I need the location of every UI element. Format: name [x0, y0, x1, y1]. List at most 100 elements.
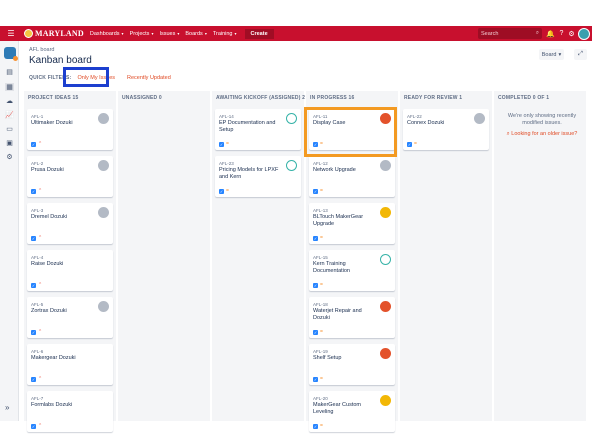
nav-projects[interactable]: Projects ▾ — [130, 31, 154, 37]
issue-key[interactable]: AFL-5 — [31, 302, 43, 307]
issue-card[interactable]: AFL-13 BLTouch MakerGear Upgrade ✓ = — [309, 203, 395, 244]
priority-medium-icon: = — [226, 141, 229, 147]
task-type-icon: ✓ — [31, 377, 36, 382]
issue-key[interactable]: AFL-6 — [31, 349, 43, 354]
priority-medium-icon: = — [320, 188, 323, 194]
backlog-icon[interactable]: ▤ — [5, 68, 14, 76]
brand-logo[interactable]: MARYLAND — [24, 29, 84, 38]
project-avatar[interactable] — [4, 47, 18, 61]
board-column: UNASSIGNED 0 — [118, 91, 210, 421]
column-header: AWAITING KICKOFF (ASSIGNED) 2 — [216, 95, 306, 101]
priority-medium-icon: = — [226, 188, 229, 194]
issue-card[interactable]: AFL-2 Prusa Dozuki ✓ ⌃ — [27, 156, 113, 197]
top-navigation: ☰ MARYLAND Dashboards ▾ Projects ▾ Issues ▾… — [0, 26, 592, 41]
notifications-icon[interactable]: 🔔 — [545, 28, 556, 39]
fullscreen-icon[interactable]: ⤢ — [574, 49, 587, 60]
priority-medium-icon: = — [320, 282, 323, 288]
issues-icon[interactable]: ▭ — [5, 125, 14, 133]
issue-key[interactable]: AFL-14 — [219, 114, 234, 119]
issue-card[interactable]: AFL-18 Waterjet Repair and Dozuki ✓ = — [309, 297, 395, 338]
assignee-avatar[interactable] — [380, 160, 391, 171]
priority-medium-icon: = — [320, 376, 323, 382]
column-header: IN PROGRESS 16 — [310, 95, 355, 101]
issue-key[interactable]: AFL-23 — [219, 161, 234, 166]
filter-recently-updated[interactable]: Recently Updated — [127, 75, 171, 81]
issue-card[interactable]: AFL-7 Formlabs Dozuki ✓ ⌃ — [27, 391, 113, 432]
issue-key[interactable]: AFL-22 — [407, 114, 422, 119]
issue-key[interactable]: AFL-13 — [313, 208, 328, 213]
issue-key[interactable]: AFL-15 — [313, 255, 328, 260]
issue-key[interactable]: AFL-1 — [31, 114, 43, 119]
issue-key[interactable]: AFL-7 — [31, 396, 43, 401]
chevron-down-icon: ▾ — [558, 51, 562, 58]
issue-key[interactable]: AFL-12 — [313, 161, 328, 166]
issue-key[interactable]: AFL-4 — [31, 255, 43, 260]
task-type-icon: ✓ — [313, 377, 318, 382]
board-menu-button[interactable]: Board ▾ — [539, 49, 564, 60]
expand-sidebar-icon[interactable]: » — [5, 403, 9, 412]
project-settings-icon[interactable]: ⚙ — [5, 153, 14, 161]
issue-card[interactable]: AFL-20 MakerGear Custom Leveling ✓ = — [309, 391, 395, 432]
task-type-icon: ✓ — [313, 236, 318, 241]
issue-card[interactable]: AFL-1 Ultimaker Dozuki ✓ ⌃ — [27, 109, 113, 150]
reports-icon[interactable]: 📈 — [5, 111, 14, 119]
issue-key[interactable]: AFL-3 — [31, 208, 43, 213]
issue-summary: Connex Dozuki — [407, 120, 445, 126]
assignee-avatar[interactable] — [286, 113, 297, 124]
nav-dashboards[interactable]: Dashboards ▾ — [90, 31, 124, 37]
issue-card[interactable]: AFL-23 Pricing Models for LPXF and Kern ✓ = — [215, 156, 301, 197]
components-icon[interactable]: ▣ — [5, 139, 14, 147]
assignee-avatar[interactable] — [98, 113, 109, 124]
assignee-avatar[interactable] — [286, 160, 297, 171]
issue-key[interactable]: AFL-20 — [313, 396, 328, 401]
nav-boards[interactable]: Boards ▾ — [185, 31, 206, 37]
search-input[interactable]: Search ⌕ — [478, 28, 542, 39]
create-button[interactable]: Create — [244, 28, 274, 39]
issue-card[interactable]: AFL-22 Connex Dozuki ✓ = — [403, 109, 489, 150]
older-issues-link[interactable]: ⌕ Looking for an older issue? — [502, 131, 582, 138]
issue-summary: Dremel Dozuki — [31, 214, 68, 220]
assignee-avatar[interactable] — [98, 160, 109, 171]
issue-key[interactable]: AFL-18 — [313, 302, 328, 307]
priority-high-icon: ⌃ — [38, 235, 43, 241]
issue-summary: Formlabs Dozuki — [31, 402, 73, 408]
breadcrumb[interactable]: AFL board — [29, 47, 54, 53]
assignee-avatar[interactable] — [380, 207, 391, 218]
assignee-avatar[interactable] — [98, 301, 109, 312]
priority-high-icon: ⌃ — [38, 188, 43, 194]
user-avatar[interactable] — [578, 27, 590, 40]
assignee-avatar[interactable] — [474, 113, 485, 124]
issue-card[interactable]: AFL-5 Zortrax Dozuki ✓ ⌃ — [27, 297, 113, 338]
issue-card[interactable]: AFL-3 Dremel Dozuki ✓ ⌃ — [27, 203, 113, 244]
university-seal-icon — [24, 29, 33, 38]
issue-key[interactable]: AFL-19 — [313, 349, 328, 354]
assignee-avatar[interactable] — [380, 348, 391, 359]
issue-card[interactable]: AFL-15 Kern Training Documentation ✓ = — [309, 250, 395, 291]
project-sidebar: ▤ ▦ ☁ 📈 ▭ ▣ ⚙ » — [0, 41, 19, 421]
task-type-icon: ✓ — [31, 236, 36, 241]
nav-training[interactable]: Training ▾ — [213, 31, 237, 37]
issue-card[interactable]: AFL-4 Raise Dozuki ✓ ⌃ — [27, 250, 113, 291]
issue-card[interactable]: AFL-6 Makergear Dozuki ✓ ⌃ — [27, 344, 113, 385]
issue-key[interactable]: AFL-2 — [31, 161, 43, 166]
assignee-avatar[interactable] — [380, 254, 391, 265]
assignee-avatar[interactable] — [380, 301, 391, 312]
task-type-icon: ✓ — [31, 330, 36, 335]
assignee-avatar[interactable] — [98, 207, 109, 218]
issue-card[interactable]: AFL-14 EP Documentation and Setup ✓ = — [215, 109, 301, 150]
board-icon[interactable]: ▦ — [5, 83, 14, 91]
settings-gear-icon[interactable]: ⚙ — [566, 28, 577, 39]
board-column: AWAITING KICKOFF (ASSIGNED) 2 AFL-14 EP Do… — [212, 91, 306, 421]
chevron-down-icon: ▾ — [121, 31, 124, 36]
assignee-avatar[interactable] — [380, 395, 391, 406]
task-type-icon: ✓ — [31, 189, 36, 194]
app-switcher-icon[interactable]: ☰ — [0, 26, 22, 41]
issue-card[interactable]: AFL-12 Network Upgrade ✓ = — [309, 156, 395, 197]
issue-card[interactable]: AFL-19 Shelf Setup ✓ = — [309, 344, 395, 385]
chevron-down-icon: ▾ — [151, 31, 154, 36]
task-type-icon: ✓ — [313, 424, 318, 429]
nav-issues[interactable]: Issues ▾ — [159, 31, 179, 37]
releases-icon[interactable]: ☁ — [5, 97, 14, 105]
issue-summary: Raise Dozuki — [31, 261, 64, 267]
issue-summary: Pricing Models for LPXF and Kern — [219, 167, 279, 180]
